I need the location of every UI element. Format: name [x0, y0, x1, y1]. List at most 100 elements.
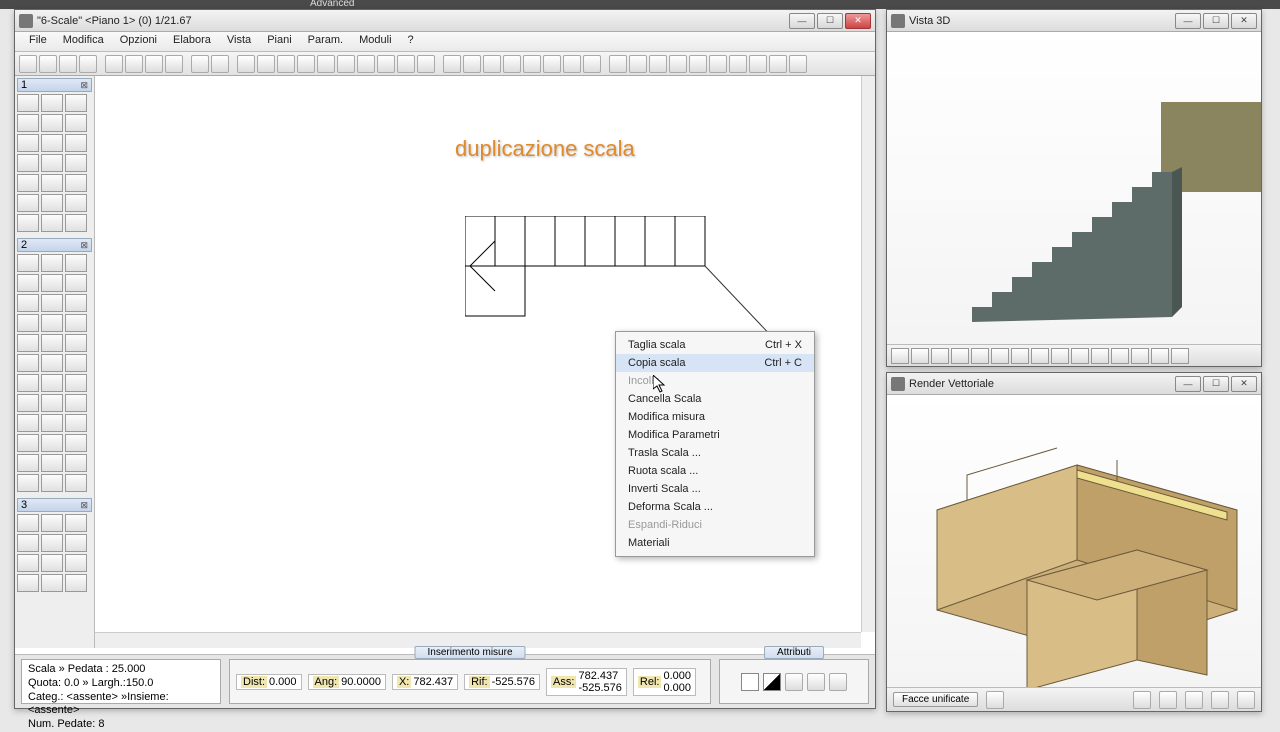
tg2-tool-31[interactable]: [41, 454, 63, 472]
render-btn-4[interactable]: [1185, 691, 1203, 709]
render-btn-2[interactable]: [1133, 691, 1151, 709]
tg2-tool-20[interactable]: [65, 374, 87, 392]
vista3d-tool-3[interactable]: [951, 348, 969, 364]
vista3d-tool-14[interactable]: [1171, 348, 1189, 364]
main-titlebar[interactable]: "6-Scale" <Piano 1> (0) 1/21.67 — ☐ ✕: [15, 10, 875, 32]
menu-vista[interactable]: Vista: [219, 32, 259, 51]
render-btn-1[interactable]: [986, 691, 1004, 709]
toolbar-btn-9[interactable]: [211, 55, 229, 73]
toolbar-btn-10[interactable]: [237, 55, 255, 73]
tg2-tool-28[interactable]: [41, 434, 63, 452]
attr-color-split[interactable]: [763, 673, 781, 691]
vista3d-tool-1[interactable]: [911, 348, 929, 364]
toolbar-btn-23[interactable]: [503, 55, 521, 73]
vista3d-tool-11[interactable]: [1111, 348, 1129, 364]
tg2-tool-12[interactable]: [17, 334, 39, 352]
vista3d-tool-7[interactable]: [1031, 348, 1049, 364]
render-close[interactable]: ✕: [1231, 376, 1257, 392]
tg1-tool-5[interactable]: [65, 114, 87, 132]
tg2-tool-30[interactable]: [17, 454, 39, 472]
vista3d-tool-13[interactable]: [1151, 348, 1169, 364]
tg2-tool-0[interactable]: [17, 254, 39, 272]
render-faces-button[interactable]: Facce unificate: [893, 692, 978, 707]
toolbar-btn-35[interactable]: [749, 55, 767, 73]
tg2-tool-29[interactable]: [65, 434, 87, 452]
attr-btn-3[interactable]: [829, 673, 847, 691]
ctx-item-1[interactable]: Copia scalaCtrl + C: [616, 354, 814, 372]
toolbar-btn-2[interactable]: [59, 55, 77, 73]
tg2-tool-23[interactable]: [65, 394, 87, 412]
tg1-tool-15[interactable]: [17, 194, 39, 212]
tg1-tool-17[interactable]: [65, 194, 87, 212]
tg2-tool-6[interactable]: [17, 294, 39, 312]
render-titlebar[interactable]: Render Vettoriale — ☐ ✕: [887, 373, 1261, 395]
render-btn-5[interactable]: [1211, 691, 1229, 709]
tg3-tool-8[interactable]: [65, 554, 87, 572]
attr-color-white[interactable]: [741, 673, 759, 691]
tg3-tool-6[interactable]: [17, 554, 39, 572]
toolbar-btn-17[interactable]: [377, 55, 395, 73]
toolbar-btn-14[interactable]: [317, 55, 335, 73]
tg2-tool-25[interactable]: [41, 414, 63, 432]
vista3d-tool-2[interactable]: [931, 348, 949, 364]
ctx-item-5[interactable]: Modifica Parametri: [616, 426, 814, 444]
tg1-tool-12[interactable]: [17, 174, 39, 192]
menu-modifica[interactable]: Modifica: [55, 32, 112, 51]
tg3-tool-11[interactable]: [65, 574, 87, 592]
toolbar-btn-22[interactable]: [483, 55, 501, 73]
tg2-tool-14[interactable]: [65, 334, 87, 352]
vista3d-tool-4[interactable]: [971, 348, 989, 364]
toolbar-btn-33[interactable]: [709, 55, 727, 73]
tg2-tool-15[interactable]: [17, 354, 39, 372]
vista3d-tool-5[interactable]: [991, 348, 1009, 364]
tg1-tool-6[interactable]: [17, 134, 39, 152]
tg1-tool-20[interactable]: [65, 214, 87, 232]
menu-opzioni[interactable]: Opzioni: [112, 32, 165, 51]
maximize-button[interactable]: ☐: [817, 13, 843, 29]
ctx-item-4[interactable]: Modifica misura: [616, 408, 814, 426]
tg2-tool-26[interactable]: [65, 414, 87, 432]
tg1-tool-13[interactable]: [41, 174, 63, 192]
tg2-tool-21[interactable]: [17, 394, 39, 412]
tg2-tool-2[interactable]: [65, 254, 87, 272]
main-canvas[interactable]: duplicazione scala Taglia scalaCtrl + XC…: [95, 76, 875, 648]
tg3-tool-0[interactable]: [17, 514, 39, 532]
toolbar-btn-21[interactable]: [463, 55, 481, 73]
toolbar-btn-20[interactable]: [443, 55, 461, 73]
ctx-item-9[interactable]: Deforma Scala ...: [616, 498, 814, 516]
toolbar-btn-31[interactable]: [669, 55, 687, 73]
tg1-tool-9[interactable]: [17, 154, 39, 172]
tg1-tool-1[interactable]: [41, 94, 63, 112]
tg3-tool-9[interactable]: [17, 574, 39, 592]
tg2-tool-4[interactable]: [41, 274, 63, 292]
menu-help[interactable]: ?: [400, 32, 422, 51]
tg2-tool-7[interactable]: [41, 294, 63, 312]
menu-elabora[interactable]: Elabora: [165, 32, 219, 51]
tg2-tool-27[interactable]: [17, 434, 39, 452]
vista3d-tool-0[interactable]: [891, 348, 909, 364]
ctx-item-6[interactable]: Trasla Scala ...: [616, 444, 814, 462]
toolbar-btn-5[interactable]: [125, 55, 143, 73]
toolgroup-3-header[interactable]: 3⊠: [17, 498, 92, 512]
tg3-tool-2[interactable]: [65, 514, 87, 532]
tg2-tool-34[interactable]: [41, 474, 63, 492]
tg1-tool-4[interactable]: [41, 114, 63, 132]
toolbar-btn-16[interactable]: [357, 55, 375, 73]
tg1-tool-3[interactable]: [17, 114, 39, 132]
tg2-tool-3[interactable]: [17, 274, 39, 292]
render-maximize[interactable]: ☐: [1203, 376, 1229, 392]
toolbar-btn-34[interactable]: [729, 55, 747, 73]
toolbar-btn-0[interactable]: [19, 55, 37, 73]
toolbar-btn-3[interactable]: [79, 55, 97, 73]
toolbar-btn-8[interactable]: [191, 55, 209, 73]
render-btn-3[interactable]: [1159, 691, 1177, 709]
tg1-tool-10[interactable]: [41, 154, 63, 172]
tg2-tool-11[interactable]: [65, 314, 87, 332]
tg1-tool-11[interactable]: [65, 154, 87, 172]
toolbar-btn-18[interactable]: [397, 55, 415, 73]
vista3d-tool-9[interactable]: [1071, 348, 1089, 364]
tg2-tool-13[interactable]: [41, 334, 63, 352]
vista3d-tool-8[interactable]: [1051, 348, 1069, 364]
toolbar-btn-15[interactable]: [337, 55, 355, 73]
tg1-tool-18[interactable]: [17, 214, 39, 232]
